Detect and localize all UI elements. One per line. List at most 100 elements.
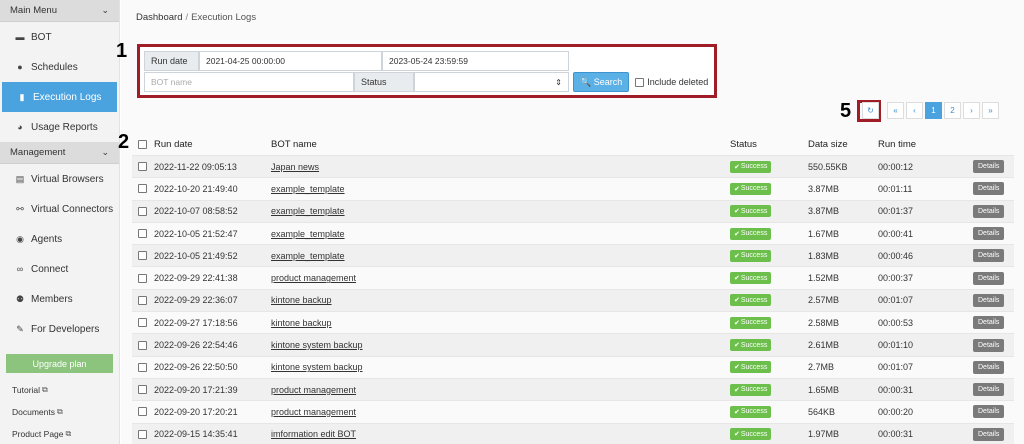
bot-name-link[interactable]: kintone system backup	[271, 340, 363, 350]
status-text: Success	[740, 408, 768, 416]
bot-name-link[interactable]: example_template	[271, 251, 345, 261]
details-button[interactable]: Details	[973, 182, 1005, 196]
status-text: Success	[740, 163, 768, 171]
bot-name-link[interactable]: product management	[271, 385, 356, 395]
sidebar-item-virtual-connectors[interactable]: ⚯ Virtual Connectors	[0, 194, 119, 224]
search-button[interactable]: 🔍 Search	[573, 72, 630, 92]
upgrade-plan-button[interactable]: Upgrade plan	[6, 354, 113, 373]
header-run-date[interactable]: Run date	[154, 139, 271, 150]
details-button[interactable]: Details	[973, 227, 1005, 241]
status-text: Success	[740, 363, 768, 371]
row-checkbox[interactable]	[138, 251, 147, 261]
sidebar-item-virtual-browsers[interactable]: ▤ Virtual Browsers	[0, 164, 119, 194]
sidebar-item-execution-logs[interactable]: ▮ Execution Logs	[2, 82, 117, 112]
row-checkbox[interactable]	[138, 385, 147, 395]
bot-name-link[interactable]: product management	[271, 273, 356, 283]
header-run-time[interactable]: Run time	[878, 139, 973, 150]
breadcrumb-dashboard[interactable]: Dashboard	[136, 12, 182, 23]
status-cell: ✔ Success	[730, 405, 808, 418]
action-cell: Details	[973, 182, 1013, 196]
bot-name-cell: product management	[271, 273, 730, 283]
sidebar-item-usage-reports[interactable]: ◕ Usage Reports	[0, 112, 119, 142]
first-page-icon[interactable]: «	[887, 102, 904, 119]
sidebar-link-documents[interactable]: Documents ⧉	[0, 401, 119, 423]
details-button[interactable]: Details	[973, 271, 1005, 285]
details-button[interactable]: Details	[973, 293, 1005, 307]
header-data-size[interactable]: Data size	[808, 139, 878, 150]
refresh-icon[interactable]: ↻	[862, 102, 879, 119]
sidebar-item-for-developers[interactable]: ✎ For Developers	[0, 314, 119, 344]
row-checkbox-cell	[138, 229, 148, 239]
last-page-icon[interactable]: »	[982, 102, 999, 119]
check-circle-icon: ✔	[734, 364, 740, 372]
include-deleted-checkbox[interactable]	[635, 77, 645, 87]
row-checkbox[interactable]	[138, 362, 147, 372]
document-icon: ▮	[19, 91, 25, 102]
bot-name-link[interactable]: example_template	[271, 184, 345, 194]
sidebar-item-bot[interactable]: ▬ BOT	[0, 22, 119, 52]
row-checkbox[interactable]	[138, 340, 147, 350]
run-time-cell: 00:00:46	[878, 250, 914, 261]
details-button[interactable]: Details	[973, 204, 1005, 218]
bot-name-link[interactable]: imformation edit BOT	[271, 429, 356, 439]
header-status[interactable]: Status	[730, 139, 808, 150]
details-button[interactable]: Details	[973, 405, 1005, 419]
sidebar-link-tutorial[interactable]: Tutorial ⧉	[0, 379, 119, 401]
management-header[interactable]: Management ⌄	[0, 142, 119, 164]
sidebar-item-schedules[interactable]: ● Schedules	[0, 52, 119, 82]
sidebar-item-agents[interactable]: ◉ Agents	[0, 224, 119, 254]
header-bot-name[interactable]: BOT name	[271, 139, 730, 150]
sidebar-item-connect[interactable]: ∞ Connect	[0, 254, 119, 284]
row-checkbox[interactable]	[138, 429, 147, 439]
sidebar-link-label: Tutorial	[12, 385, 41, 395]
prev-page-icon[interactable]: ‹	[906, 102, 923, 119]
page-1-button[interactable]: 1	[925, 102, 942, 119]
run-date-cell: 2022-09-20 17:20:21	[154, 406, 238, 417]
row-checkbox[interactable]	[138, 407, 147, 417]
data-size-cell: 1.83MB	[808, 250, 840, 261]
bot-name-link[interactable]: product management	[271, 407, 356, 417]
link-icon: ∞	[16, 264, 24, 274]
bot-name-link[interactable]: Japan news	[271, 162, 319, 172]
bot-name-link[interactable]: kintone backup	[271, 295, 332, 305]
check-circle-icon: ✔	[734, 185, 740, 193]
bot-name-link[interactable]: kintone backup	[271, 318, 332, 328]
sidebar-item-members[interactable]: ⚉ Members	[0, 284, 119, 314]
row-checkbox[interactable]	[138, 229, 147, 239]
status-select[interactable]: ⇕	[414, 72, 569, 92]
details-button[interactable]: Details	[973, 338, 1005, 352]
include-deleted-toggle[interactable]: Include deleted	[635, 77, 708, 87]
next-page-icon[interactable]: ›	[963, 102, 980, 119]
include-deleted-label: Include deleted	[647, 77, 709, 87]
details-button[interactable]: Details	[973, 160, 1005, 174]
status-cell: ✔ Success	[730, 428, 808, 441]
main-menu-header[interactable]: Main Menu ⌄	[0, 0, 119, 22]
details-button[interactable]: Details	[973, 316, 1005, 330]
details-button[interactable]: Details	[973, 249, 1005, 263]
status-badge: ✔ Success	[730, 405, 772, 418]
details-button[interactable]: Details	[973, 427, 1005, 441]
sidebar-item-label: BOT	[31, 31, 52, 43]
row-checkbox[interactable]	[138, 273, 147, 283]
row-checkbox[interactable]	[138, 318, 147, 328]
details-button[interactable]: Details	[973, 360, 1005, 374]
sidebar-item-label: Execution Logs	[33, 91, 102, 103]
bot-name-link[interactable]: example_template	[271, 229, 345, 239]
select-all-checkbox[interactable]	[138, 139, 147, 149]
row-checkbox[interactable]	[138, 206, 147, 216]
row-checkbox[interactable]	[138, 162, 147, 172]
sidebar-link-product-page[interactable]: Product Page ⧉	[0, 423, 119, 444]
row-checkbox-cell	[138, 251, 148, 261]
details-button[interactable]: Details	[973, 383, 1005, 397]
run-time-cell: 00:01:37	[878, 206, 914, 217]
row-checkbox[interactable]	[138, 184, 147, 194]
page-2-button[interactable]: 2	[944, 102, 961, 119]
row-checkbox[interactable]	[138, 295, 147, 305]
bot-name-link[interactable]: example_template	[271, 206, 345, 216]
date-from-input[interactable]: 2021-04-25 00:00:00	[199, 51, 382, 71]
bot-name-link[interactable]: kintone system backup	[271, 362, 363, 372]
date-to-input[interactable]: 2023-05-24 23:59:59	[382, 51, 569, 71]
status-text: Success	[740, 252, 768, 260]
bot-name-input[interactable]: BOT name	[144, 72, 354, 92]
breadcrumb-current: Execution Logs	[191, 12, 257, 23]
